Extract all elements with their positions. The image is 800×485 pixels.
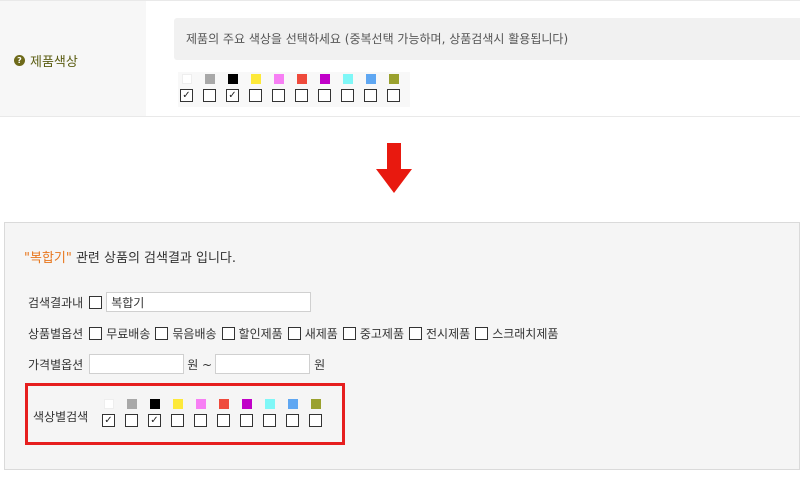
product-color-hint: 제품의 주요 색상을 선택하세요 (중복선택 가능하며, 상품검색시 활용됩니다…: [174, 18, 800, 60]
price-won-tilde: 원 ~: [187, 357, 213, 372]
question-icon[interactable]: ?: [14, 55, 25, 66]
search-within-checkbox[interactable]: [89, 295, 103, 309]
product-color-picker: ✓ ✓: [178, 72, 410, 107]
product-color-checkbox-pink[interactable]: [272, 89, 285, 102]
product-color-checkbox-yellow[interactable]: [249, 89, 262, 102]
option-checkbox[interactable]: [342, 327, 356, 340]
color-search-swatch-blue: [288, 399, 298, 409]
search-within-row: 검색결과내: [28, 292, 312, 312]
color-search-swatch-olive: [311, 399, 321, 409]
price-options-label: 가격별옵션: [28, 357, 84, 372]
option-checkbox[interactable]: [287, 327, 301, 340]
color-search-swatch-red: [219, 399, 229, 409]
option-2[interactable]: 묶음배송: [155, 325, 217, 342]
option-checkbox[interactable]: [409, 327, 423, 340]
color-search-checkbox-cyan[interactable]: [263, 414, 276, 427]
color-search-swatch-yellow: [173, 399, 183, 409]
product-color-swatch-olive: [389, 74, 399, 84]
color-search-checkbox-yellow[interactable]: [171, 414, 184, 427]
option-7[interactable]: 스크래치제품: [475, 325, 558, 342]
option-6[interactable]: 전시제품: [409, 325, 470, 342]
color-search-checkbox-white[interactable]: ✓: [102, 414, 115, 427]
product-color-label: 제품색상: [30, 55, 78, 70]
color-search-swatch-cyan: [265, 399, 275, 409]
product-color-swatch-yellow: [251, 74, 261, 84]
color-search-swatch-purple: [242, 399, 252, 409]
price-max-input[interactable]: [215, 354, 311, 374]
product-options-row: 상품별옵션 무료배송 묶음배송 할인제품 새제품 중고제품 전시제품 스크래치제품: [28, 325, 563, 342]
color-search-swatch-white: [104, 399, 114, 409]
result-keyword: "복합기": [24, 251, 72, 266]
product-color-checkbox-cyan[interactable]: [341, 89, 354, 102]
product-color-checkbox-black[interactable]: ✓: [226, 89, 239, 102]
color-search-checkbox-red[interactable]: [217, 414, 230, 427]
price-options-row: 가격별옵션 원 ~ 원: [28, 354, 325, 374]
color-search-checkbox-purple[interactable]: [240, 414, 253, 427]
color-search-checkbox-black[interactable]: ✓: [148, 414, 161, 427]
product-color-swatch-red: [297, 74, 307, 84]
product-color-swatch-white: [182, 74, 192, 84]
price-won: 원: [314, 357, 326, 372]
product-color-swatch-black: [228, 74, 238, 84]
option-checkbox[interactable]: [475, 327, 489, 340]
result-title-text: 관련 상품의 검색결과 입니다.: [71, 251, 237, 266]
product-color-swatch-blue: [366, 74, 376, 84]
product-color-checkbox-white[interactable]: ✓: [180, 89, 193, 102]
product-color-label-wrap: ? 제품색상: [14, 51, 78, 70]
option-checkbox[interactable]: [155, 327, 169, 340]
product-color-checkbox-purple[interactable]: [318, 89, 331, 102]
search-within-input[interactable]: [106, 292, 312, 312]
option-label: 묶음배송: [172, 327, 217, 341]
arrow-down-icon: [376, 143, 412, 193]
option-label: 전시제품: [426, 327, 471, 341]
color-search-label: 색상별검색: [33, 410, 89, 424]
search-result-panel: "복합기" 관련 상품의 검색결과 입니다. 검색결과내 상품별옵션 무료배송 묶…: [4, 222, 800, 470]
option-label: 무료배송: [106, 327, 151, 341]
color-search-checkbox-pink[interactable]: [194, 414, 207, 427]
product-options-label: 상품별옵션: [28, 327, 84, 341]
color-search-checkbox-gray[interactable]: [125, 414, 138, 427]
result-title: "복합기" 관련 상품의 검색결과 입니다.: [24, 247, 236, 266]
product-color-checkbox-gray[interactable]: [203, 89, 216, 102]
option-3[interactable]: 할인제품: [221, 325, 283, 342]
product-color-swatch-pink: [274, 74, 284, 84]
product-color-swatch-gray: [205, 74, 215, 84]
search-within-label: 검색결과내: [28, 295, 84, 310]
color-search-picker: ✓ ✓: [102, 399, 332, 430]
color-search-checkbox-olive[interactable]: [309, 414, 322, 427]
option-checkbox[interactable]: [89, 327, 103, 340]
color-search-swatch-gray: [127, 399, 137, 409]
option-label: 새제품: [304, 327, 338, 341]
product-color-swatch-cyan: [343, 74, 353, 84]
product-color-label-cell: ? 제품색상: [0, 0, 146, 117]
color-search-swatch-black: [150, 399, 160, 409]
option-4[interactable]: 새제품: [287, 325, 338, 342]
option-1[interactable]: 무료배송: [89, 325, 150, 342]
option-label: 중고제품: [359, 327, 405, 341]
product-color-checkbox-blue[interactable]: [364, 89, 377, 102]
option-checkbox[interactable]: [221, 327, 235, 340]
product-color-checkbox-red[interactable]: [295, 89, 308, 102]
option-5[interactable]: 중고제품: [342, 325, 405, 342]
product-color-checkbox-olive[interactable]: [387, 89, 400, 102]
option-label: 스크래치제품: [492, 327, 559, 341]
option-label: 할인제품: [238, 327, 283, 341]
color-search-checkbox-blue[interactable]: [286, 414, 299, 427]
color-search-swatch-pink: [196, 399, 206, 409]
price-min-input[interactable]: [89, 354, 185, 374]
product-color-swatch-purple: [320, 74, 330, 84]
